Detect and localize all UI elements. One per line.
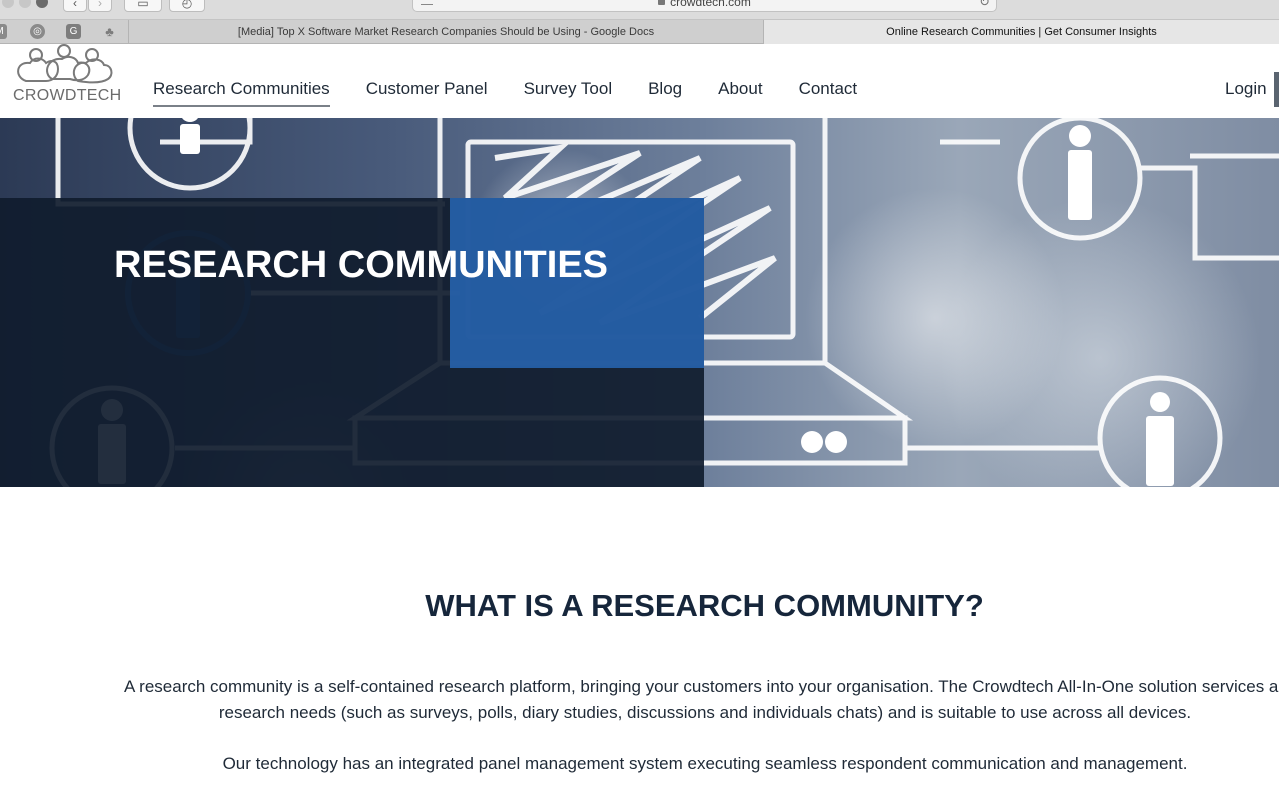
- gmail-icon[interactable]: M: [0, 24, 7, 39]
- header-cta-edge[interactable]: [1274, 72, 1279, 107]
- grammarly-icon[interactable]: G: [66, 24, 81, 39]
- tab-google-docs[interactable]: [Media] Top X Software Market Research C…: [128, 20, 764, 44]
- tab-title: [Media] Top X Software Market Research C…: [237, 26, 655, 38]
- sidebar-button[interactable]: ▭: [124, 0, 162, 12]
- chevron-left-icon: ‹: [73, 0, 77, 10]
- close-window-icon[interactable]: [2, 0, 14, 8]
- hero-banner: RESEARCH COMMUNITIES: [0, 118, 1279, 487]
- nav-survey-tool[interactable]: Survey Tool: [524, 79, 613, 107]
- address-url: crowdtech.com: [670, 0, 751, 9]
- forward-button[interactable]: ›: [88, 0, 112, 12]
- lock-icon: [658, 0, 666, 5]
- reading-list-button[interactable]: ◴: [169, 0, 205, 12]
- reading-list-icon: ◴: [181, 0, 193, 10]
- tab-bar: M ◎ G ♣ [Media] Top X Software Market Re…: [0, 20, 1279, 44]
- nav-customer-panel[interactable]: Customer Panel: [366, 79, 488, 107]
- section-heading: WHAT IS A RESEARCH COMMUNITY?: [425, 588, 984, 623]
- main-nav: Research Communities Customer Panel Surv…: [153, 79, 893, 107]
- people-icon[interactable]: ♣: [102, 24, 117, 39]
- nav-blog[interactable]: Blog: [648, 79, 682, 107]
- logo-text: CROWDTECH: [13, 87, 122, 104]
- browser-toolbar: ‹ › ▭ ◴ crowdtech.com ↻: [0, 0, 1279, 20]
- site-header: CROWDTECH Research Communities Customer …: [0, 44, 1279, 118]
- hero-title: RESEARCH COMMUNITIES: [114, 244, 609, 286]
- nav-contact[interactable]: Contact: [799, 79, 858, 107]
- nav-research-communities[interactable]: Research Communities: [153, 79, 330, 107]
- login-link[interactable]: Login: [1225, 79, 1267, 99]
- location-icon[interactable]: ◎: [30, 24, 45, 39]
- maximize-window-icon[interactable]: [36, 0, 48, 8]
- panel-paragraph: Our technology has an integrated panel m…: [222, 754, 1188, 773]
- back-button[interactable]: ‹: [63, 0, 87, 12]
- nav-about[interactable]: About: [718, 79, 762, 107]
- address-bar[interactable]: crowdtech.com ↻: [412, 0, 997, 12]
- reload-icon[interactable]: ↻: [979, 0, 990, 10]
- chevron-right-icon: ›: [98, 0, 102, 10]
- tab-title: Online Research Communities | Get Consum…: [886, 26, 1157, 38]
- tab-crowdtech[interactable]: Online Research Communities | Get Consum…: [764, 20, 1279, 44]
- intro-paragraph: A research community is a self-contained…: [124, 677, 1279, 722]
- minimize-window-icon[interactable]: [19, 0, 31, 8]
- sidebar-icon: ▭: [137, 0, 149, 10]
